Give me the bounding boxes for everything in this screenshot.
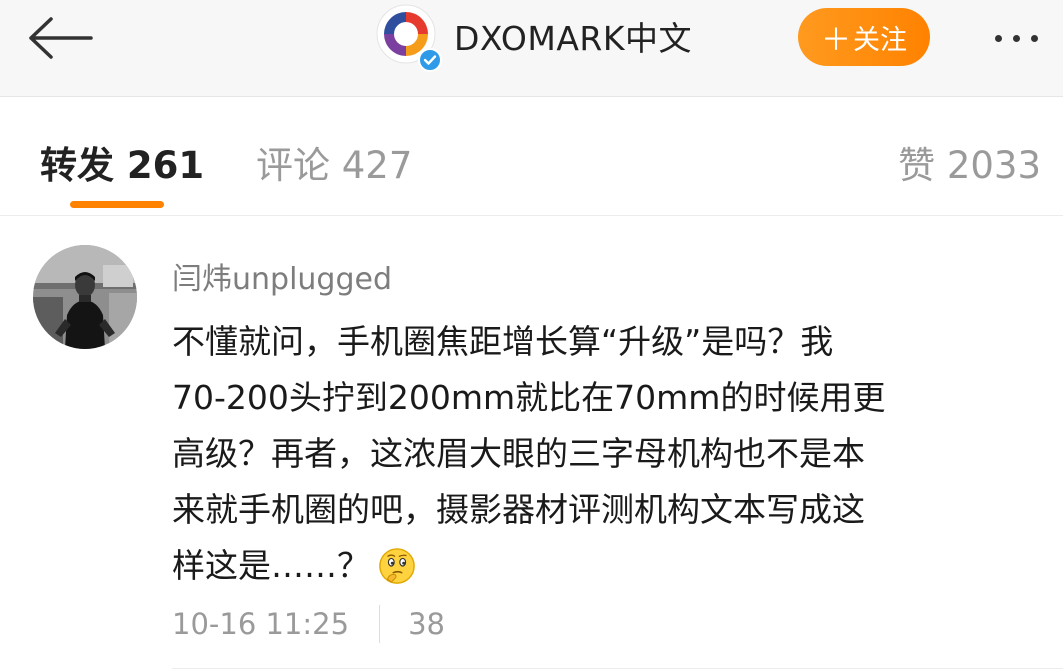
comment-time: 10-16 11:25	[172, 607, 350, 641]
comment-like-count[interactable]: 38	[408, 607, 445, 641]
comment-text-line: 来就手机圈的吧，摄影器材评测机构文本写成这	[172, 490, 865, 529]
comment-text-line-last: 样这是……？	[172, 538, 1042, 594]
comment-text-line: 70-200头拧到200mm就比在70mm的时候用更	[172, 378, 886, 417]
account-header[interactable]: DXOMARK中文	[376, 2, 692, 72]
comment-meta: 10-16 11:25 38	[172, 604, 445, 644]
tab-like[interactable]: 赞 2033	[898, 135, 1041, 189]
active-tab-indicator	[70, 201, 164, 208]
comment-text: 不懂就问，手机圈焦距增长算“升级”是吗？我 70-200头拧到200mm就比在7…	[172, 314, 1042, 594]
account-name[interactable]: DXOMARK中文	[454, 12, 692, 60]
more-dots-icon	[1030, 34, 1038, 42]
tab-comment[interactable]: 评论 427	[256, 135, 412, 189]
top-navigation-bar: DXOMARK中文 ＋ 关注	[0, 0, 1063, 97]
back-button[interactable]	[22, 12, 98, 64]
arrow-left-icon	[29, 17, 93, 59]
comment-text-line: 不懂就问，手机圈焦距增长算“升级”是吗？我	[172, 322, 834, 361]
more-dots-icon	[1012, 34, 1020, 42]
user-photo	[33, 245, 137, 349]
comment-user-name[interactable]: 闫炜unplugged	[172, 254, 392, 298]
plus-icon: ＋	[821, 23, 851, 58]
account-logo[interactable]	[376, 4, 442, 72]
divider	[379, 605, 381, 643]
divider	[172, 668, 1063, 669]
follow-button[interactable]: ＋ 关注	[798, 8, 930, 66]
avatar[interactable]	[33, 245, 137, 349]
interaction-tabs: 转发 261 评论 427 赞 2033	[0, 97, 1063, 216]
thinking-face-emoji-icon	[379, 548, 415, 584]
follow-label: 关注	[853, 24, 907, 56]
verified-badge-icon	[418, 48, 442, 72]
tab-repost[interactable]: 转发 261	[40, 135, 204, 189]
more-dots-icon	[994, 34, 1002, 42]
comment-text-line: 高级？再者，这浓眉大眼的三字母机构也不是本	[172, 434, 865, 473]
more-options-button[interactable]	[980, 18, 1052, 58]
list-item: 闫炜unplugged 不懂就问，手机圈焦距增长算“升级”是吗？我 70-200…	[0, 216, 1063, 671]
comment-text-tail: 样这是……？	[172, 546, 370, 585]
